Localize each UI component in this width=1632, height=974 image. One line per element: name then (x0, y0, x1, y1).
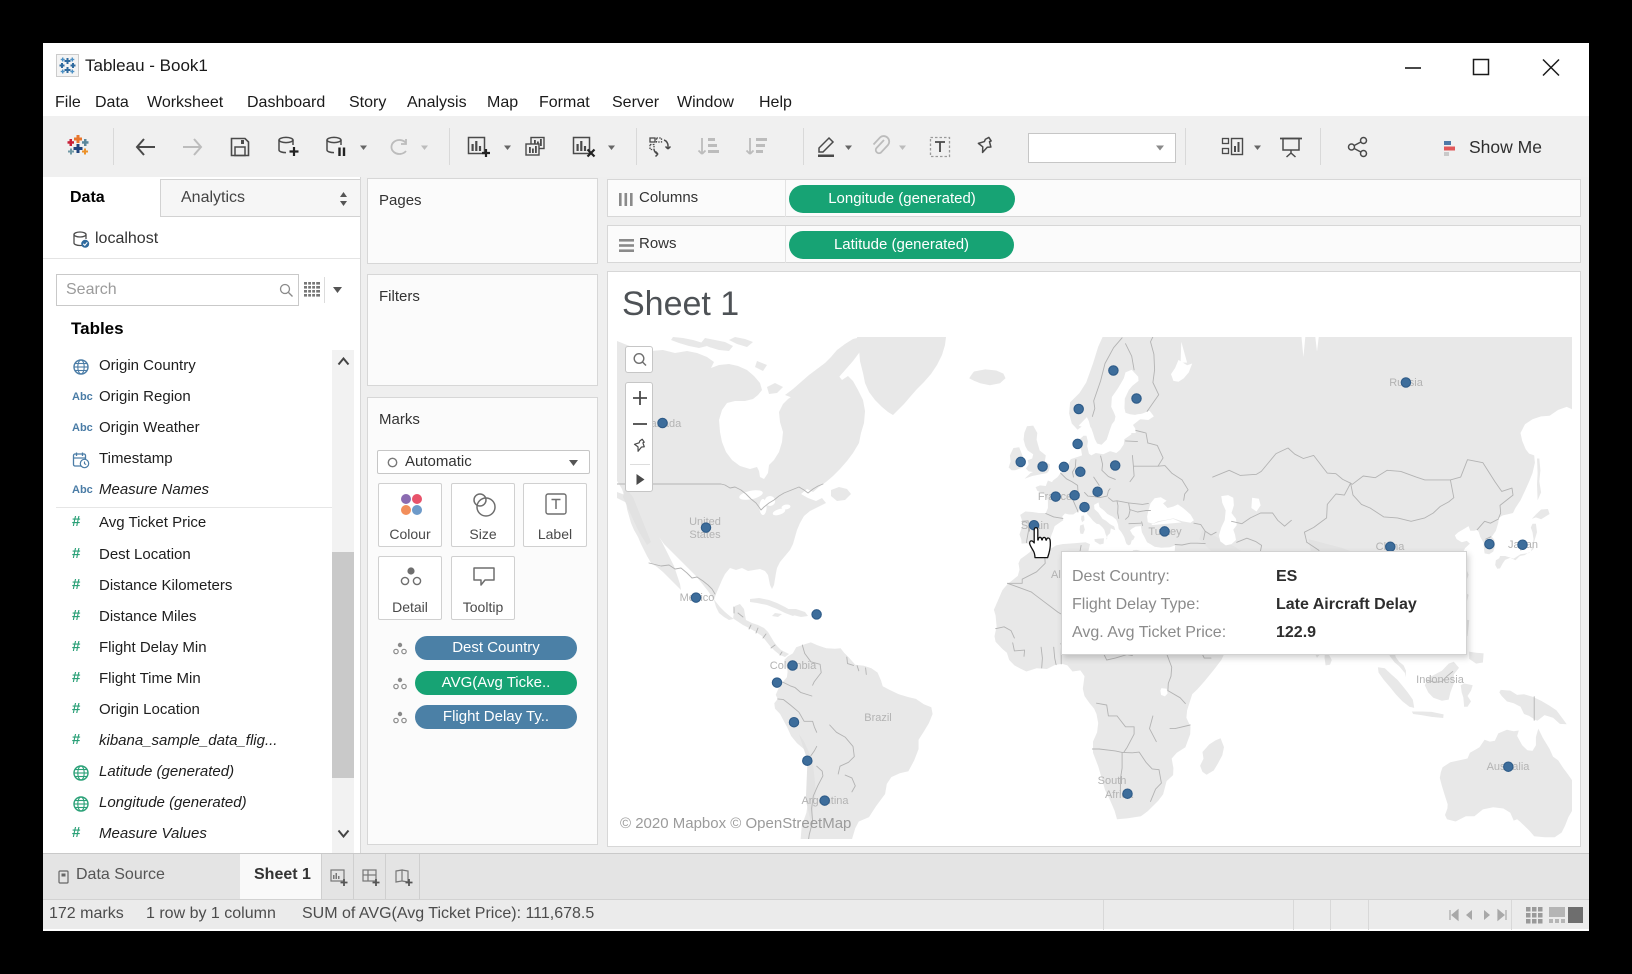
svg-text:Indonesia: Indonesia (1416, 674, 1465, 686)
svg-text:South: South (1098, 775, 1127, 787)
svg-text:Brazil: Brazil (864, 712, 892, 724)
